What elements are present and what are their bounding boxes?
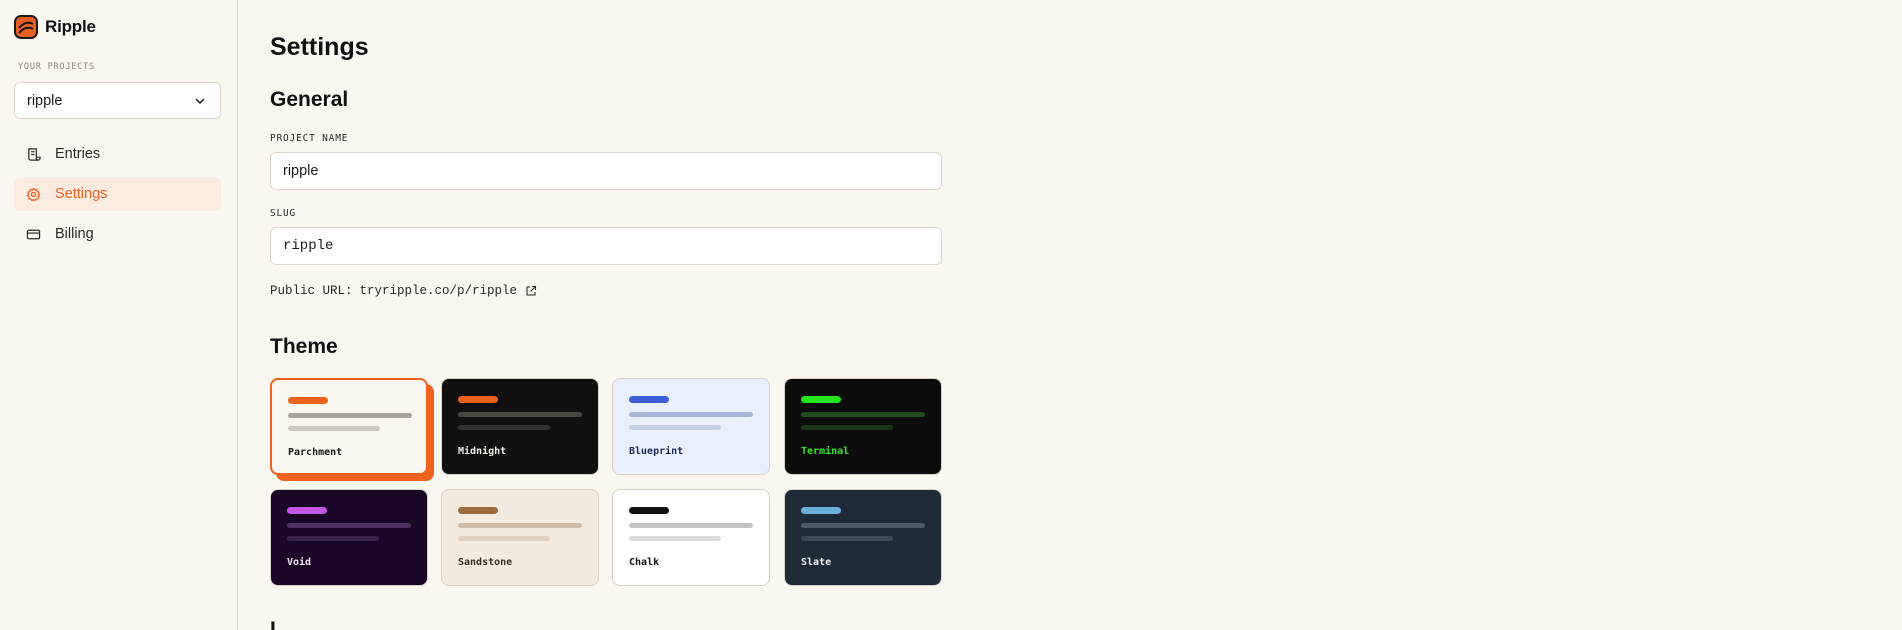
theme-name: Slate [801, 557, 832, 568]
theme-option-sandstone[interactable]: Sandstone [441, 489, 599, 586]
project-select[interactable]: ripple [14, 82, 221, 119]
project-select-value: ripple [27, 92, 63, 109]
theme-preview-line [458, 523, 582, 528]
theme-preview-line [458, 412, 582, 417]
theme-option-parchment[interactable]: Parchment [270, 378, 428, 475]
theme-preview-line [288, 426, 380, 431]
theme-preview-line [801, 412, 925, 417]
scroll-icon [28, 147, 41, 161]
sidebar-item-entries[interactable]: Entries [14, 137, 221, 171]
theme-name: Blueprint [629, 446, 684, 457]
theme-name: Void [287, 557, 312, 568]
theme-name: Chalk [629, 557, 660, 568]
sidebar-nav: Entries Settings Billing [14, 137, 221, 257]
theme-accent-bar [287, 507, 327, 514]
theme-accent-bar [458, 507, 498, 514]
theme-name: Parchment [288, 447, 343, 458]
sidebar-item-label: Entries [55, 146, 101, 162]
theme-name: Terminal [801, 446, 850, 457]
theme-option-void[interactable]: Void [270, 489, 428, 586]
projects-label: YOUR PROJECTS [18, 62, 95, 72]
external-link-icon[interactable] [525, 285, 537, 297]
theme-preview-line [629, 412, 753, 417]
theme-preview-line [458, 536, 550, 541]
theme-option-slate[interactable]: Slate [784, 489, 942, 586]
sidebar: Ripple YOUR PROJECTS ripple Entries Sett… [0, 0, 238, 630]
theme-preview-line [287, 536, 379, 541]
theme-name: Sandstone [458, 557, 513, 568]
theme-preview-line [801, 425, 893, 430]
slug-label: SLUG [270, 208, 297, 219]
theme-preview-line [629, 425, 721, 430]
theme-preview-line [458, 425, 550, 430]
theme-option-blueprint[interactable]: Blueprint [612, 378, 770, 475]
public-url-label: Public URL: [270, 284, 353, 298]
theme-preview-line [287, 523, 411, 528]
project-name-label: PROJECT NAME [270, 133, 349, 144]
theme-preview-line [801, 536, 893, 541]
theme-option-chalk[interactable]: Chalk [612, 489, 770, 586]
ripple-logo-icon [14, 15, 38, 39]
sidebar-item-billing[interactable]: Billing [14, 217, 221, 251]
public-url: Public URL: tryripple.co/p/ripple [270, 284, 537, 298]
theme-accent-bar [629, 396, 669, 403]
theme-accent-bar [288, 397, 328, 404]
theme-accent-bar [629, 507, 669, 514]
brand-name: Ripple [45, 17, 96, 36]
theme-preview-line [629, 536, 721, 541]
slug-value: ripple [283, 238, 334, 254]
page-title: Settings [270, 33, 369, 61]
sidebar-item-label: Settings [55, 186, 108, 202]
theme-option-terminal[interactable]: Terminal [784, 378, 942, 475]
chevron-down-icon [195, 98, 205, 104]
theme-accent-bar [801, 507, 841, 514]
general-heading: General [270, 88, 349, 111]
theme-preview-line [288, 413, 412, 418]
next-section-heading: L [270, 618, 283, 630]
sidebar-item-label: Billing [55, 226, 94, 242]
theme-preview-line [801, 523, 925, 528]
project-name-input[interactable]: ripple [270, 152, 942, 190]
slug-input[interactable]: ripple [270, 227, 942, 265]
public-url-link[interactable]: tryripple.co/p/ripple [360, 284, 518, 298]
theme-heading: Theme [270, 335, 338, 358]
project-name-value: ripple [283, 163, 319, 179]
theme-option-midnight[interactable]: Midnight [441, 378, 599, 475]
theme-accent-bar [458, 396, 498, 403]
theme-accent-bar [801, 396, 841, 403]
brand[interactable]: Ripple [14, 15, 96, 39]
theme-preview-line [629, 523, 753, 528]
gear-icon [26, 187, 41, 201]
theme-name: Midnight [458, 446, 507, 457]
sidebar-item-settings[interactable]: Settings [14, 177, 221, 211]
credit-card-icon [26, 229, 41, 239]
